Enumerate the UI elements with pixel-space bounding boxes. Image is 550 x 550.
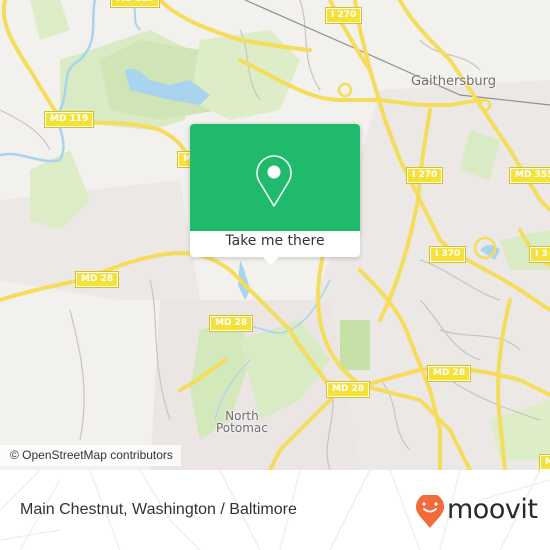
popup-pointer <box>263 257 279 265</box>
moovit-pin-icon <box>416 495 444 528</box>
map-attribution[interactable]: © OpenStreetMap contributors <box>0 445 181 466</box>
place-label-line2: Potomac <box>216 421 268 435</box>
road-shield-i3-clipped: I 3 <box>529 246 550 263</box>
take-me-there-button[interactable]: Take me there <box>190 231 360 257</box>
place-label-north-potomac: North Potomac <box>216 410 268 434</box>
map-pin-icon <box>256 155 292 207</box>
footer: Main Chestnut, Washington / Baltimore mo… <box>0 470 550 550</box>
road-shield-m-clipped: M <box>539 454 550 470</box>
road-shield-i270-top: I 270 <box>324 7 363 24</box>
road-shield-md117: MD 117 <box>109 0 161 8</box>
location-title: Main Chestnut, Washington / Baltimore <box>20 501 297 518</box>
road-shield-md355: MD 355 <box>508 167 550 184</box>
popup-header <box>190 124 360 231</box>
place-label-gaithersburg: Gaithersburg <box>411 74 496 89</box>
road-shield-md28-east: MD 28 <box>426 365 472 382</box>
road-shield-i270-mid: I 270 <box>405 167 444 184</box>
road-shield-md28-west: MD 28 <box>74 271 120 288</box>
road-shield-i370: I 370 <box>428 246 467 263</box>
moovit-wordmark: moovit <box>447 494 538 525</box>
destination-popup: Take me there <box>190 124 360 265</box>
map[interactable]: Gaithersburg North Potomac MD 117 I 270 … <box>0 0 550 470</box>
road-shield-md28-center: MD 28 <box>208 315 254 332</box>
road-shield-md28-south: MD 28 <box>325 381 371 398</box>
road-shield-md119: MD 119 <box>43 111 95 128</box>
